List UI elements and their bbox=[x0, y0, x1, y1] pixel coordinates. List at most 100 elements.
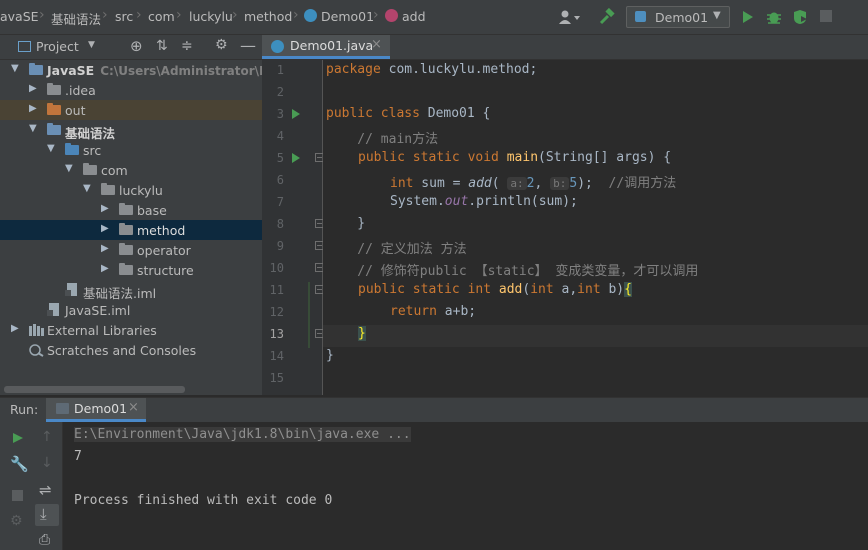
breadcrumb-com[interactable]: com bbox=[148, 9, 175, 24]
tree-item-base[interactable]: ▶ base bbox=[0, 200, 262, 220]
tree-item-method[interactable]: ▶ method bbox=[0, 220, 262, 240]
tree-item-module-iml[interactable]: 基础语法.iml bbox=[0, 280, 262, 301]
tree-item-luckylu[interactable]: ▼ luckylu bbox=[0, 180, 262, 200]
tree-item-javase[interactable]: ▼ JavaSE C:\Users\Administrator\Desk bbox=[0, 60, 262, 80]
stop-icon[interactable] bbox=[820, 10, 832, 22]
line-number-current: 13 bbox=[269, 327, 284, 341]
tree-item-label: out bbox=[65, 103, 86, 118]
line-number: 2 bbox=[276, 85, 284, 99]
horizontal-scrollbar[interactable] bbox=[4, 386, 185, 393]
code-line: // main方法 bbox=[326, 132, 439, 147]
chevron-right-icon[interactable]: ▶ bbox=[101, 223, 109, 234]
expand-all-icon[interactable]: ⇅ bbox=[156, 38, 168, 54]
chevron-right-icon[interactable]: ▶ bbox=[29, 83, 37, 94]
folder-icon bbox=[47, 83, 61, 95]
line-number: 1 bbox=[276, 63, 284, 77]
build-hammer-icon[interactable] bbox=[598, 8, 616, 26]
project-view-title[interactable]: Project bbox=[36, 39, 79, 54]
console-command-line: E:\Environment\Java\jdk1.8\bin\java.exe … bbox=[74, 427, 411, 442]
tree-item-label: JavaSE bbox=[47, 63, 95, 78]
run-tab-demo01[interactable]: Demo01 × bbox=[46, 398, 146, 422]
tab-demo01-java[interactable]: Demo01.java × bbox=[262, 35, 390, 59]
code-line: public class Demo01 { bbox=[326, 106, 491, 121]
console-output[interactable]: E:\Environment\Java\jdk1.8\bin\java.exe … bbox=[63, 422, 868, 550]
chevron-down-icon[interactable]: ▼ bbox=[88, 40, 95, 50]
source-folder-icon bbox=[65, 143, 79, 155]
tree-item-external-libraries[interactable]: ▶ External Libraries bbox=[0, 320, 262, 340]
navigation-bar: avaSE › 基础语法 › src › com › luckylu › met… bbox=[0, 0, 868, 35]
user-icon[interactable] bbox=[558, 9, 582, 25]
tree-item-operator[interactable]: ▶ operator bbox=[0, 240, 262, 260]
coverage-icon[interactable] bbox=[792, 9, 808, 25]
soft-wrap-icon[interactable]: ⇌ bbox=[39, 481, 52, 499]
tree-item-idea[interactable]: ▶ .idea bbox=[0, 80, 262, 100]
breadcrumb-luckylu[interactable]: luckylu bbox=[189, 9, 233, 24]
editor-tab-bar: Demo01.java × bbox=[262, 35, 868, 60]
tree-item-src[interactable]: ▼ src bbox=[0, 140, 262, 160]
print-icon[interactable]: ⎙ bbox=[39, 532, 50, 548]
run-gutter-icon[interactable] bbox=[291, 108, 301, 120]
breadcrumb-separator: › bbox=[102, 7, 108, 23]
breadcrumb-method-add[interactable]: add bbox=[402, 9, 426, 24]
tree-item-com[interactable]: ▼ com bbox=[0, 160, 262, 180]
line-number: 7 bbox=[276, 195, 284, 209]
chevron-down-icon[interactable]: ▼ bbox=[11, 63, 19, 74]
chevron-down-icon[interactable]: ▼ bbox=[65, 163, 73, 174]
tree-item-out[interactable]: ▶ out bbox=[0, 100, 262, 120]
chevron-down-icon[interactable]: ▼ bbox=[47, 143, 55, 154]
close-icon[interactable]: × bbox=[371, 37, 382, 52]
chevron-right-icon[interactable]: ▶ bbox=[101, 263, 109, 274]
console-icon bbox=[56, 403, 69, 414]
iml-file-icon bbox=[65, 283, 77, 296]
class-icon bbox=[304, 9, 317, 22]
excluded-folder-icon bbox=[47, 103, 61, 115]
gear-icon[interactable]: ⚙ bbox=[215, 37, 228, 53]
code-editor[interactable]: package com.luckylu.method; public class… bbox=[323, 60, 868, 395]
breadcrumb-class[interactable]: Demo01 bbox=[321, 9, 374, 24]
tree-item-scratches[interactable]: Scratches and Consoles bbox=[0, 340, 262, 360]
breadcrumb-separator: › bbox=[293, 7, 299, 23]
wrench-icon[interactable]: 🔧 bbox=[10, 455, 29, 473]
scroll-to-end-button[interactable]: ⤓ bbox=[35, 504, 59, 526]
breadcrumb-separator: › bbox=[373, 7, 379, 23]
package-icon bbox=[119, 203, 133, 215]
chevron-right-icon[interactable]: ▶ bbox=[101, 203, 109, 214]
chevron-down-icon[interactable]: ▼ bbox=[29, 123, 37, 134]
run-icon[interactable] bbox=[741, 10, 755, 24]
minimize-icon[interactable]: — bbox=[240, 36, 256, 55]
chevron-down-icon: ▼ bbox=[713, 10, 721, 21]
locate-icon[interactable]: ⊕ bbox=[130, 37, 143, 55]
application-icon bbox=[635, 11, 646, 22]
run-tool-window-header: Run: Demo01 × bbox=[0, 397, 868, 423]
code-line: // 定义加法 方法 bbox=[326, 242, 467, 257]
run-configuration-label: Demo01 bbox=[655, 10, 709, 25]
breadcrumb-project[interactable]: avaSE bbox=[0, 9, 39, 24]
chevron-right-icon[interactable]: ▶ bbox=[29, 103, 37, 114]
rerun-icon[interactable] bbox=[12, 432, 24, 444]
close-icon[interactable]: × bbox=[128, 400, 139, 415]
stop-icon[interactable] bbox=[12, 490, 23, 501]
breadcrumb-src[interactable]: src bbox=[115, 9, 133, 24]
tree-item-structure[interactable]: ▶ structure bbox=[0, 260, 262, 280]
package-icon bbox=[83, 163, 97, 175]
chevron-down-icon[interactable]: ▼ bbox=[83, 183, 91, 194]
code-line: public static int add(int a,int b){ bbox=[358, 282, 632, 297]
breadcrumb-module[interactable]: 基础语法 bbox=[51, 9, 101, 28]
chevron-right-icon[interactable]: ▶ bbox=[11, 323, 19, 334]
collapse-all-icon[interactable]: ≑ bbox=[181, 38, 193, 54]
arrow-down-icon[interactable]: ↓ bbox=[41, 455, 53, 471]
run-tab-label: Demo01 bbox=[74, 401, 128, 416]
code-line: // 修饰符public 【static】 变成类变量，才可以调用 bbox=[326, 264, 699, 279]
line-number: 4 bbox=[276, 129, 284, 143]
debug-icon[interactable] bbox=[766, 9, 782, 25]
run-configuration-select[interactable]: Demo01 ▼ bbox=[626, 6, 730, 28]
chevron-right-icon[interactable]: ▶ bbox=[101, 243, 109, 254]
arrow-up-icon[interactable]: ↑ bbox=[41, 429, 53, 445]
tree-item-module[interactable]: ▼ 基础语法 bbox=[0, 120, 262, 141]
method-icon bbox=[385, 9, 398, 22]
tree-item-javase-iml[interactable]: JavaSE.iml bbox=[0, 300, 262, 320]
breadcrumb-method[interactable]: method bbox=[244, 9, 292, 24]
run-gutter-icon[interactable] bbox=[291, 152, 301, 164]
run-toolbar: ↑ 🔧 ↓ ⇌ ⤓ ⚙ ⎙ bbox=[0, 422, 63, 550]
run-label: Run: bbox=[10, 402, 39, 417]
